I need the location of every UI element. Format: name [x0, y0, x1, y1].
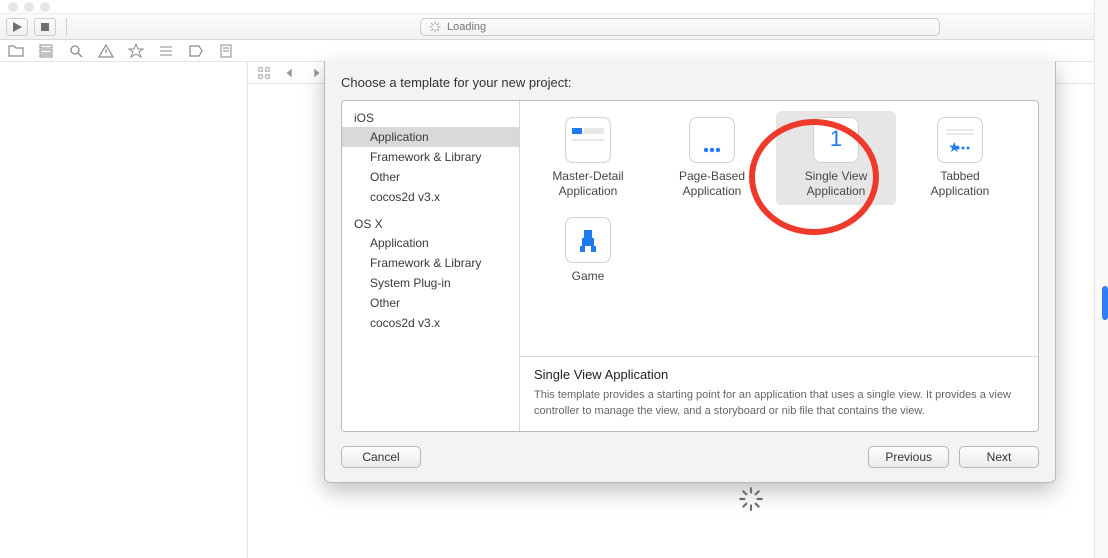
- single-view-icon: 1: [813, 117, 859, 163]
- category-item-osx-other[interactable]: Other: [342, 293, 519, 313]
- issue-navigator-icon[interactable]: [98, 43, 114, 59]
- template-label: Game: [532, 269, 644, 284]
- cancel-button[interactable]: Cancel: [341, 446, 421, 468]
- find-navigator-icon[interactable]: [68, 43, 84, 59]
- symbol-navigator-icon[interactable]: [38, 43, 54, 59]
- toolbar-separator: [66, 18, 67, 36]
- template-label: Page-BasedApplication: [656, 169, 768, 199]
- template-description-title: Single View Application: [534, 367, 1024, 382]
- related-items-icon[interactable]: [256, 65, 272, 81]
- template-tabbed[interactable]: ★ TabbedApplication: [900, 111, 1020, 205]
- activity-viewer: Loading: [420, 18, 940, 36]
- template-label: Single ViewApplication: [780, 169, 892, 199]
- page-based-icon: [689, 117, 735, 163]
- template-master-detail[interactable]: Master-DetailApplication: [528, 111, 648, 205]
- category-item-ios-other[interactable]: Other: [342, 167, 519, 187]
- navigator-pane: [0, 62, 248, 558]
- back-icon[interactable]: [282, 65, 298, 81]
- category-item-osx-systemplugin[interactable]: System Plug-in: [342, 273, 519, 293]
- next-button[interactable]: Next: [959, 446, 1039, 468]
- breakpoint-navigator-icon[interactable]: [188, 43, 204, 59]
- template-label: TabbedApplication: [904, 169, 1016, 199]
- template-description: Single View Application This template pr…: [520, 356, 1038, 431]
- category-item-osx-cocos2d[interactable]: cocos2d v3.x: [342, 313, 519, 333]
- category-item-ios-framework[interactable]: Framework & Library: [342, 147, 519, 167]
- report-navigator-icon[interactable]: [218, 43, 234, 59]
- template-grid: Master-DetailApplication Page-BasedAppli…: [520, 101, 1038, 356]
- debug-navigator-icon[interactable]: [158, 43, 174, 59]
- close-window-icon[interactable]: [8, 2, 18, 12]
- template-label: Master-DetailApplication: [532, 169, 644, 199]
- previous-button[interactable]: Previous: [868, 446, 949, 468]
- svg-text:1: 1: [830, 126, 842, 151]
- project-navigator-icon[interactable]: [8, 43, 24, 59]
- test-navigator-icon[interactable]: [128, 43, 144, 59]
- spinner-icon: [429, 21, 441, 33]
- category-header-osx: OS X: [342, 213, 519, 233]
- master-detail-icon: [565, 117, 611, 163]
- category-item-osx-application[interactable]: Application: [342, 233, 519, 253]
- new-project-sheet: Choose a template for your new project: …: [324, 61, 1056, 483]
- right-scroll-gutter: [1094, 0, 1108, 558]
- main-area: Choose a template for your new project: …: [0, 62, 1108, 558]
- scrollbar-thumb[interactable]: [1102, 286, 1108, 320]
- sheet-footer: Cancel Previous Next: [341, 446, 1039, 468]
- loading-spinner-icon: [738, 486, 764, 512]
- template-description-text: This template provides a starting point …: [534, 388, 1024, 419]
- editor-pane: Choose a template for your new project: …: [248, 62, 1108, 558]
- sheet-title: Choose a template for your new project:: [341, 75, 1039, 90]
- stop-button[interactable]: [34, 18, 56, 36]
- activity-text: Loading: [447, 21, 486, 33]
- template-single-view[interactable]: 1 Single ViewApplication: [776, 111, 896, 205]
- tabbed-icon: ★: [937, 117, 983, 163]
- template-category-list: iOS Application Framework & Library Othe…: [342, 101, 520, 431]
- template-page-based[interactable]: Page-BasedApplication: [652, 111, 772, 205]
- template-game[interactable]: Game: [528, 211, 648, 290]
- main-toolbar: Loading: [0, 14, 1108, 40]
- category-item-ios-application[interactable]: Application: [342, 127, 519, 147]
- navigator-selector-bar: [0, 40, 1108, 62]
- category-item-ios-cocos2d[interactable]: cocos2d v3.x: [342, 187, 519, 207]
- forward-icon[interactable]: [308, 65, 324, 81]
- minimize-window-icon[interactable]: [24, 2, 34, 12]
- run-button[interactable]: [6, 18, 28, 36]
- zoom-window-icon[interactable]: [40, 2, 50, 12]
- category-item-osx-framework[interactable]: Framework & Library: [342, 253, 519, 273]
- category-header-ios: iOS: [342, 107, 519, 127]
- window-titlebar: [0, 0, 1108, 14]
- game-icon: [565, 217, 611, 263]
